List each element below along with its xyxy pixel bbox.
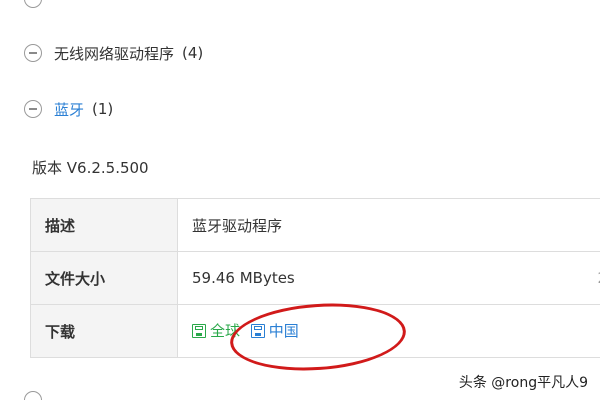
category-count-wireless: (4): [182, 44, 204, 62]
category-row-wireless[interactable]: 无线网络驱动程序 (4): [24, 40, 203, 66]
collapse-minus-icon[interactable]: [24, 0, 42, 8]
table-row-download: 下载 全球 中国: [30, 304, 600, 358]
category-label-bluetooth[interactable]: 蓝牙: [54, 99, 84, 120]
save-icon: [192, 323, 206, 338]
category-row-partial[interactable]: [24, 0, 54, 12]
download-global-label: 全球: [210, 322, 241, 341]
driver-download-page: 无线网络驱动程序 (4) 蓝牙 (1) 版本 V6.2.5.500 描述 蓝牙驱…: [0, 0, 600, 400]
description-key: 描述: [30, 198, 178, 252]
watermark-text: 头条 @rong平凡人9: [458, 375, 588, 391]
download-china-label: 中国: [268, 322, 299, 341]
table-row-size: 文件大小 59.46 MBytes 2: [30, 251, 600, 305]
file-size-key: 文件大小: [30, 251, 178, 305]
download-key: 下载: [30, 304, 178, 358]
collapse-minus-icon[interactable]: [24, 44, 42, 62]
description-value: 蓝牙驱动程序: [177, 198, 600, 252]
version-label: 版本 V6.2.5.500: [32, 159, 149, 177]
download-china-link[interactable]: 中国: [250, 320, 299, 341]
download-global-link[interactable]: 全球: [192, 320, 240, 341]
category-row-bluetooth[interactable]: 蓝牙 (1): [24, 96, 113, 122]
collapse-circle-icon[interactable]: [24, 391, 42, 400]
download-cell: 全球 中国: [177, 304, 600, 358]
category-count-bluetooth: (1): [92, 100, 114, 118]
category-label-wireless[interactable]: 无线网络驱动程序: [54, 43, 174, 64]
collapse-minus-icon[interactable]: [24, 100, 42, 118]
file-size-value: 59.46 MBytes: [192, 269, 295, 287]
save-icon: [250, 323, 265, 338]
table-row-description: 描述 蓝牙驱动程序: [30, 198, 600, 252]
file-size-cell: 59.46 MBytes 2: [177, 251, 600, 305]
driver-info-table: 描述 蓝牙驱动程序 文件大小 59.46 MBytes 2 下载 全球 中国: [30, 198, 600, 358]
